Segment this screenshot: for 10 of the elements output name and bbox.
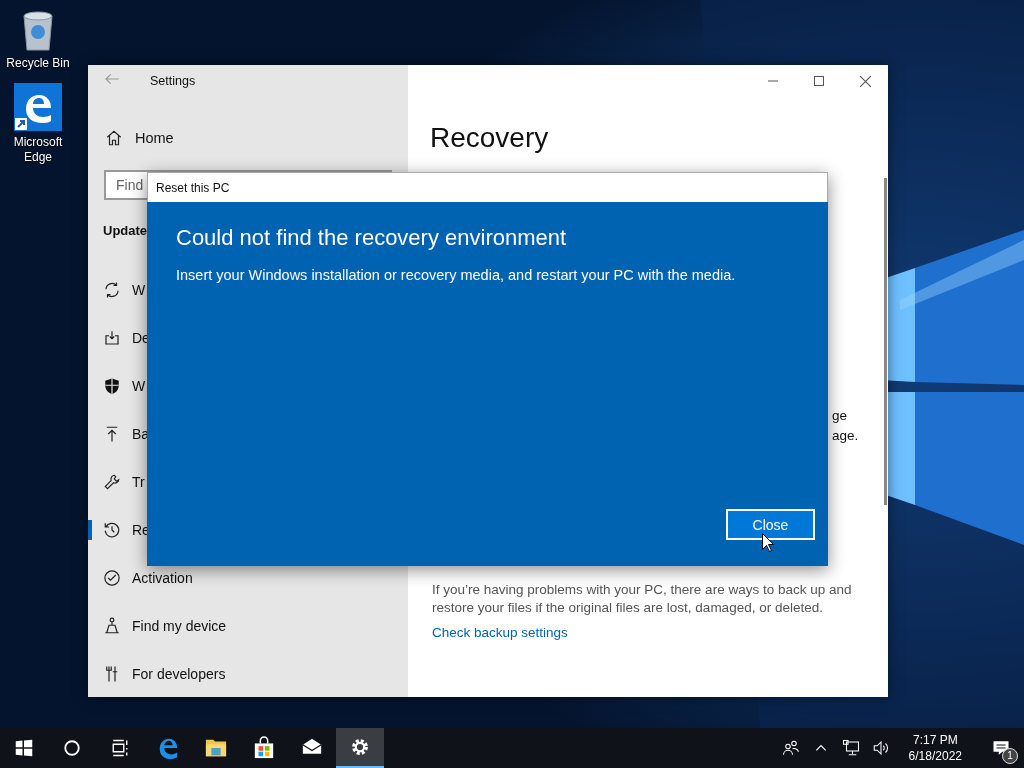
section-heading: Update (103, 222, 148, 240)
dialog-message: Insert your Windows installation or recovery media, and restart your PC with the media. (176, 266, 737, 285)
page-title: Recovery (430, 121, 550, 155)
dialog-title: Reset this PC (156, 180, 230, 195)
description-text: If you’re having problems with your PC, there are ways to back up and restore your files if the original files are lost, damaged, or deleted. (432, 581, 853, 617)
notification-count: 1 (1002, 748, 1018, 764)
text-fragment: ge (832, 407, 849, 425)
window-title: Settings (150, 74, 196, 88)
dialog-heading: Could not find the recovery environment (176, 224, 568, 252)
text-fragment: age. (832, 427, 860, 445)
